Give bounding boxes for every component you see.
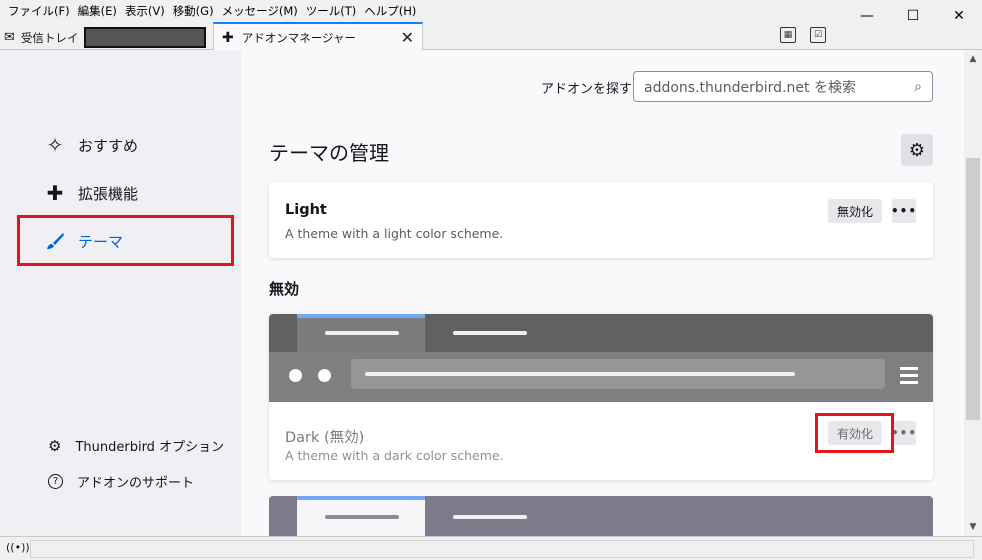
- disable-button[interactable]: 無効化: [828, 199, 883, 223]
- sidebar-options[interactable]: ⚙ Thunderbird オプション: [48, 436, 225, 456]
- tab-addons-manager[interactable]: ✚ アドオンマネージャー ✕: [213, 22, 423, 51]
- page-title: テーマの管理: [269, 141, 389, 165]
- search-label: アドオンを探す: [541, 82, 633, 97]
- preview-bar: [453, 515, 527, 519]
- more-options-button[interactable]: •••: [891, 199, 916, 223]
- preview-dot: [318, 369, 331, 382]
- theme-card-light: Light A theme with a light color scheme.…: [269, 182, 933, 258]
- scrollbar[interactable]: ▲ ▼: [964, 50, 982, 536]
- help-icon: ?: [48, 474, 63, 489]
- preview-selected-tab: [297, 496, 425, 536]
- tab-inbox[interactable]: ✉ 受信トレイ: [4, 25, 207, 50]
- gear-icon: ⚙: [908, 139, 926, 161]
- theme-name: Light: [285, 202, 327, 218]
- more-options-button[interactable]: •••: [891, 421, 916, 445]
- search-icon: ⌕: [914, 78, 922, 95]
- menu-tools[interactable]: ツール(T): [302, 3, 361, 19]
- sidebar-item-label: おすすめ: [78, 136, 139, 155]
- menu-view[interactable]: 表示(V): [121, 3, 169, 19]
- status-panel: [30, 540, 974, 558]
- theme-preview-next: [269, 496, 933, 536]
- menu-file[interactable]: ファイル(F): [4, 3, 74, 19]
- preview-bar: [325, 331, 399, 335]
- main-content: アドオンを探す addons.thunderbird.net を検索 ⌕ テーマ…: [241, 50, 964, 536]
- settings-gear-button[interactable]: ⚙: [901, 134, 933, 166]
- search-input[interactable]: addons.thunderbird.net を検索 ⌕: [633, 71, 933, 102]
- redacted-account: [84, 27, 207, 48]
- preview-bar: [325, 515, 399, 519]
- scroll-down-icon[interactable]: ▼: [964, 522, 982, 532]
- scroll-thumb[interactable]: [966, 158, 980, 420]
- tab-bar: ✉ 受信トレイ ✚ アドオンマネージャー ✕ ▦ ☑: [0, 22, 982, 51]
- tasks-icon[interactable]: ☑: [810, 27, 826, 43]
- theme-description: A theme with a light color scheme.: [285, 226, 504, 241]
- inbox-icon: ✉: [4, 30, 15, 45]
- calendar-icon[interactable]: ▦: [780, 27, 796, 43]
- menu-go[interactable]: 移動(G): [169, 3, 218, 19]
- theme-name: Dark (無効): [285, 430, 365, 446]
- online-status-icon[interactable]: ((•)): [6, 541, 30, 554]
- sparkle-icon: ✧: [46, 133, 64, 157]
- sidebar-support[interactable]: ? アドオンのサポート: [48, 472, 194, 491]
- preview-selected-tab: [297, 314, 425, 352]
- disabled-section-heading: 無効: [269, 280, 300, 298]
- highlight-box-enable: [815, 413, 894, 453]
- support-label: アドオンのサポート: [77, 476, 195, 491]
- gear-icon: ⚙: [48, 436, 62, 455]
- sidebar: ✧ おすすめ ✚ 拡張機能 テーマ ⚙ Thunderbird オプション ? …: [0, 50, 241, 536]
- sidebar-item-recommended[interactable]: ✧ おすすめ: [44, 133, 139, 157]
- preview-menu-icon: [900, 367, 918, 384]
- menu-edit[interactable]: 編集(E): [74, 3, 121, 19]
- highlight-box-themes: [17, 215, 234, 266]
- status-bar: ((•)): [0, 536, 982, 560]
- sidebar-item-extensions[interactable]: ✚ 拡張機能: [44, 181, 139, 205]
- search-placeholder: addons.thunderbird.net を検索: [644, 79, 856, 96]
- menu-message[interactable]: メッセージ(M): [218, 3, 302, 19]
- preview-urlbar: [351, 359, 885, 389]
- preview-bar: [453, 331, 527, 335]
- scroll-up-icon[interactable]: ▲: [964, 54, 982, 64]
- preview-bar: [365, 372, 795, 376]
- options-label: Thunderbird オプション: [75, 440, 225, 455]
- menu-bar: ファイル(F) 編集(E) 表示(V) 移動(G) メッセージ(M) ツール(T…: [0, 0, 982, 22]
- toolbar-icons: ▦ ☑: [780, 27, 826, 43]
- preview-dot: [289, 369, 302, 382]
- menu-help[interactable]: ヘルプ(H): [360, 3, 420, 19]
- preview-toolbar: [269, 352, 933, 402]
- theme-preview-dark: [269, 314, 933, 402]
- sidebar-item-label: 拡張機能: [78, 184, 139, 203]
- theme-card-dark: Dark (無効) A theme with a dark color sche…: [269, 314, 933, 480]
- tab-addons-label: アドオンマネージャー: [241, 30, 356, 45]
- puzzle-icon: ✚: [46, 181, 64, 205]
- close-tab-icon[interactable]: ✕: [401, 28, 414, 47]
- theme-description: A theme with a dark color scheme.: [285, 448, 504, 463]
- tab-inbox-label: 受信トレイ: [20, 30, 79, 45]
- puzzle-icon: ✚: [222, 29, 234, 46]
